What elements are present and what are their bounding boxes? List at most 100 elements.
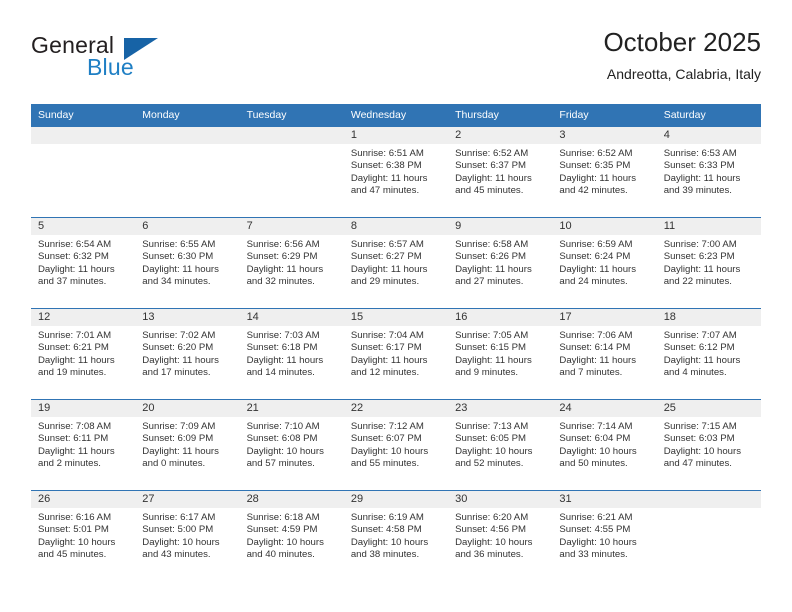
sunset-text: Sunset: 6:11 PM — [38, 433, 109, 445]
daylight-text: Daylight: 11 hours and 42 minutes. — [559, 172, 637, 197]
weekday-header-monday: Monday — [135, 104, 240, 127]
sunset-text: Sunset: 6:15 PM — [455, 342, 527, 354]
sunrise-text: Sunrise: 6:54 AM — [38, 239, 112, 250]
calendar-week-row: 12 Sunrise: 7:01 AM Sunset: 6:21 PM Dayligh… — [31, 308, 761, 400]
sunset-text: Sunset: 4:55 PM — [559, 524, 631, 536]
daylight-text: Daylight: 10 hours and 40 minutes. — [246, 536, 324, 561]
daylight-text: Daylight: 11 hours and 17 minutes. — [142, 354, 219, 379]
daylight-text: Daylight: 11 hours and 37 minutes. — [38, 263, 115, 288]
day-number: 6 — [135, 218, 240, 235]
day-sun-info: Sunrise: 6:16 AM Sunset: 5:01 PM Daylight:… — [31, 508, 135, 562]
calendar-day-cell[interactable]: 13 Sunrise: 7:02 AM Sunset: 6:20 PM Dayligh… — [135, 309, 240, 399]
calendar-day-cell[interactable]: 1 Sunrise: 6:51 AM Sunset: 6:38 PM Daylight… — [343, 127, 449, 217]
page-subtitle: Andreotta, Calabria, Italy — [606, 66, 761, 82]
calendar-day-cell[interactable]: 23 Sunrise: 7:13 AM Sunset: 6:05 PM Dayligh… — [448, 400, 553, 490]
daylight-text: Daylight: 11 hours and 19 minutes. — [38, 354, 115, 379]
calendar-day-cell[interactable]: 11 Sunrise: 7:00 AM Sunset: 6:23 PM Dayligh… — [656, 218, 761, 308]
sunset-text: Sunset: 6:07 PM — [350, 433, 422, 445]
sunset-text: Sunset: 6:17 PM — [350, 342, 422, 354]
day-sun-info: Sunrise: 7:10 AM Sunset: 6:08 PM Daylight:… — [240, 417, 344, 471]
calendar-day-cell[interactable]: 19 Sunrise: 7:08 AM Sunset: 6:11 PM Dayligh… — [31, 400, 136, 490]
day-number: 14 — [239, 309, 344, 326]
brand-logo[interactable]: General Blue — [31, 32, 231, 88]
day-number: 21 — [239, 400, 344, 417]
calendar-day-cell[interactable]: 29 Sunrise: 6:19 AM Sunset: 4:58 PM Dayligh… — [343, 491, 449, 581]
sunrise-text: Sunrise: 6:16 AM — [38, 512, 112, 523]
sunset-text: Sunset: 6:21 PM — [38, 342, 109, 354]
calendar-day-cell[interactable]: 4 Sunrise: 6:53 AM Sunset: 6:33 PM Daylight… — [656, 127, 761, 217]
calendar-day-cell[interactable]: 30 Sunrise: 6:20 AM Sunset: 4:56 PM Dayligh… — [448, 491, 553, 581]
sunrise-text: Sunrise: 7:07 AM — [663, 330, 737, 341]
sunrise-text: Sunrise: 7:02 AM — [142, 330, 216, 341]
calendar-day-cell[interactable]: 3 Sunrise: 6:52 AM Sunset: 6:35 PM Daylight… — [552, 127, 657, 217]
calendar-day-cell[interactable]: 5 Sunrise: 6:54 AM Sunset: 6:32 PM Daylight… — [31, 218, 136, 308]
day-number: 23 — [448, 400, 553, 417]
calendar-day-cell[interactable]: 24 Sunrise: 7:14 AM Sunset: 6:04 PM Dayligh… — [552, 400, 657, 490]
sunrise-text: Sunrise: 7:06 AM — [559, 330, 633, 341]
calendar-day-cell[interactable]: 20 Sunrise: 7:09 AM Sunset: 6:09 PM Dayligh… — [135, 400, 240, 490]
weekday-header-wednesday: Wednesday — [343, 104, 449, 127]
calendar-day-cell[interactable]: 25 Sunrise: 7:15 AM Sunset: 6:03 PM Dayligh… — [656, 400, 761, 490]
calendar-day-cell[interactable]: 18 Sunrise: 7:07 AM Sunset: 6:12 PM Dayligh… — [656, 309, 761, 399]
day-sun-info: Sunrise: 6:56 AM Sunset: 6:29 PM Daylight:… — [240, 235, 344, 289]
sunrise-text: Sunrise: 7:08 AM — [38, 421, 112, 432]
day-number: 11 — [656, 218, 761, 235]
calendar-day-cell[interactable]: 9 Sunrise: 6:58 AM Sunset: 6:26 PM Daylight… — [448, 218, 553, 308]
calendar-day-cell[interactable]: 12 Sunrise: 7:01 AM Sunset: 6:21 PM Dayligh… — [31, 309, 136, 399]
day-sun-info: Sunrise: 7:08 AM Sunset: 6:11 PM Daylight:… — [31, 417, 135, 471]
page-title: October 2025 — [603, 27, 761, 57]
calendar-day-cell[interactable]: 6 Sunrise: 6:55 AM Sunset: 6:30 PM Daylight… — [135, 218, 240, 308]
calendar-day-cell[interactable]: 2 Sunrise: 6:52 AM Sunset: 6:37 PM Daylight… — [448, 127, 553, 217]
day-number: 20 — [135, 400, 240, 417]
day-sun-info: Sunrise: 7:02 AM Sunset: 6:20 PM Daylight:… — [135, 326, 239, 380]
sunrise-text: Sunrise: 6:52 AM — [559, 148, 633, 159]
sunset-text: Sunset: 6:29 PM — [246, 251, 318, 263]
calendar-day-cell[interactable]: 21 Sunrise: 7:10 AM Sunset: 6:08 PM Dayligh… — [239, 400, 344, 490]
day-number: 13 — [135, 309, 240, 326]
sunset-text: Sunset: 6:30 PM — [142, 251, 214, 263]
day-sun-info: Sunrise: 7:03 AM Sunset: 6:18 PM Daylight:… — [240, 326, 344, 380]
calendar-day-cell[interactable]: 26 Sunrise: 6:16 AM Sunset: 5:01 PM Dayligh… — [31, 491, 136, 581]
sunrise-text: Sunrise: 7:09 AM — [142, 421, 216, 432]
calendar-day-cell[interactable]: 8 Sunrise: 6:57 AM Sunset: 6:27 PM Daylight… — [343, 218, 449, 308]
sunset-text: Sunset: 6:20 PM — [142, 342, 214, 354]
day-sun-info: Sunrise: 7:05 AM Sunset: 6:15 PM Daylight:… — [448, 326, 552, 380]
calendar-day-cell[interactable]: 10 Sunrise: 6:59 AM Sunset: 6:24 PM Dayligh… — [552, 218, 657, 308]
calendar-day-cell[interactable]: 28 Sunrise: 6:18 AM Sunset: 4:59 PM Dayligh… — [239, 491, 344, 581]
calendar-day-cell[interactable]: 31 Sunrise: 6:21 AM Sunset: 4:55 PM Dayligh… — [552, 491, 657, 581]
calendar-day-cell[interactable]: 15 Sunrise: 7:04 AM Sunset: 6:17 PM Dayligh… — [343, 309, 449, 399]
calendar-day-cell[interactable]: 7 Sunrise: 6:56 AM Sunset: 6:29 PM Daylight… — [239, 218, 344, 308]
sunrise-text: Sunrise: 6:52 AM — [455, 148, 529, 159]
calendar-day-cell[interactable]: 16 Sunrise: 7:05 AM Sunset: 6:15 PM Dayligh… — [448, 309, 553, 399]
sunrise-text: Sunrise: 7:15 AM — [663, 421, 737, 432]
calendar-body: 1 Sunrise: 6:51 AM Sunset: 6:38 PM Daylight… — [31, 126, 761, 581]
day-sun-info: Sunrise: 6:18 AM Sunset: 4:59 PM Daylight:… — [240, 508, 344, 562]
sunset-text: Sunset: 6:26 PM — [455, 251, 527, 263]
calendar-day-cell[interactable]: 17 Sunrise: 7:06 AM Sunset: 6:14 PM Dayligh… — [552, 309, 657, 399]
sunset-text: Sunset: 4:58 PM — [350, 524, 422, 536]
day-number: 22 — [343, 400, 449, 417]
daylight-text: Daylight: 10 hours and 57 minutes. — [246, 445, 324, 470]
calendar-day-cell[interactable]: 14 Sunrise: 7:03 AM Sunset: 6:18 PM Dayligh… — [239, 309, 344, 399]
daylight-text: Daylight: 11 hours and 39 minutes. — [663, 172, 741, 197]
daylight-text: Daylight: 11 hours and 9 minutes. — [455, 354, 532, 379]
day-sun-info: Sunrise: 6:55 AM Sunset: 6:30 PM Daylight:… — [135, 235, 239, 289]
day-number: 15 — [343, 309, 449, 326]
sunrise-text: Sunrise: 7:14 AM — [559, 421, 633, 432]
day-sun-info: Sunrise: 7:06 AM Sunset: 6:14 PM Daylight:… — [552, 326, 656, 380]
sunrise-text: Sunrise: 7:12 AM — [350, 421, 424, 432]
daylight-text: Daylight: 10 hours and 36 minutes. — [455, 536, 533, 561]
sunset-text: Sunset: 6:37 PM — [455, 160, 527, 172]
sunrise-text: Sunrise: 6:56 AM — [246, 239, 320, 250]
calendar-day-cell[interactable]: 27 Sunrise: 6:17 AM Sunset: 5:00 PM Dayligh… — [135, 491, 240, 581]
day-number: 30 — [448, 491, 553, 508]
day-number: 12 — [31, 309, 136, 326]
sunrise-text: Sunrise: 6:58 AM — [455, 239, 529, 250]
weekday-header-sunday: Sunday — [31, 104, 136, 127]
day-number: 16 — [448, 309, 553, 326]
calendar-day-cell[interactable]: 22 Sunrise: 7:12 AM Sunset: 6:07 PM Dayligh… — [343, 400, 449, 490]
sunrise-text: Sunrise: 6:51 AM — [350, 148, 424, 159]
day-sun-info: Sunrise: 7:01 AM Sunset: 6:21 PM Daylight:… — [31, 326, 135, 380]
sunset-text: Sunset: 6:24 PM — [559, 251, 631, 263]
day-sun-info: Sunrise: 7:12 AM Sunset: 6:07 PM Daylight:… — [344, 417, 448, 471]
